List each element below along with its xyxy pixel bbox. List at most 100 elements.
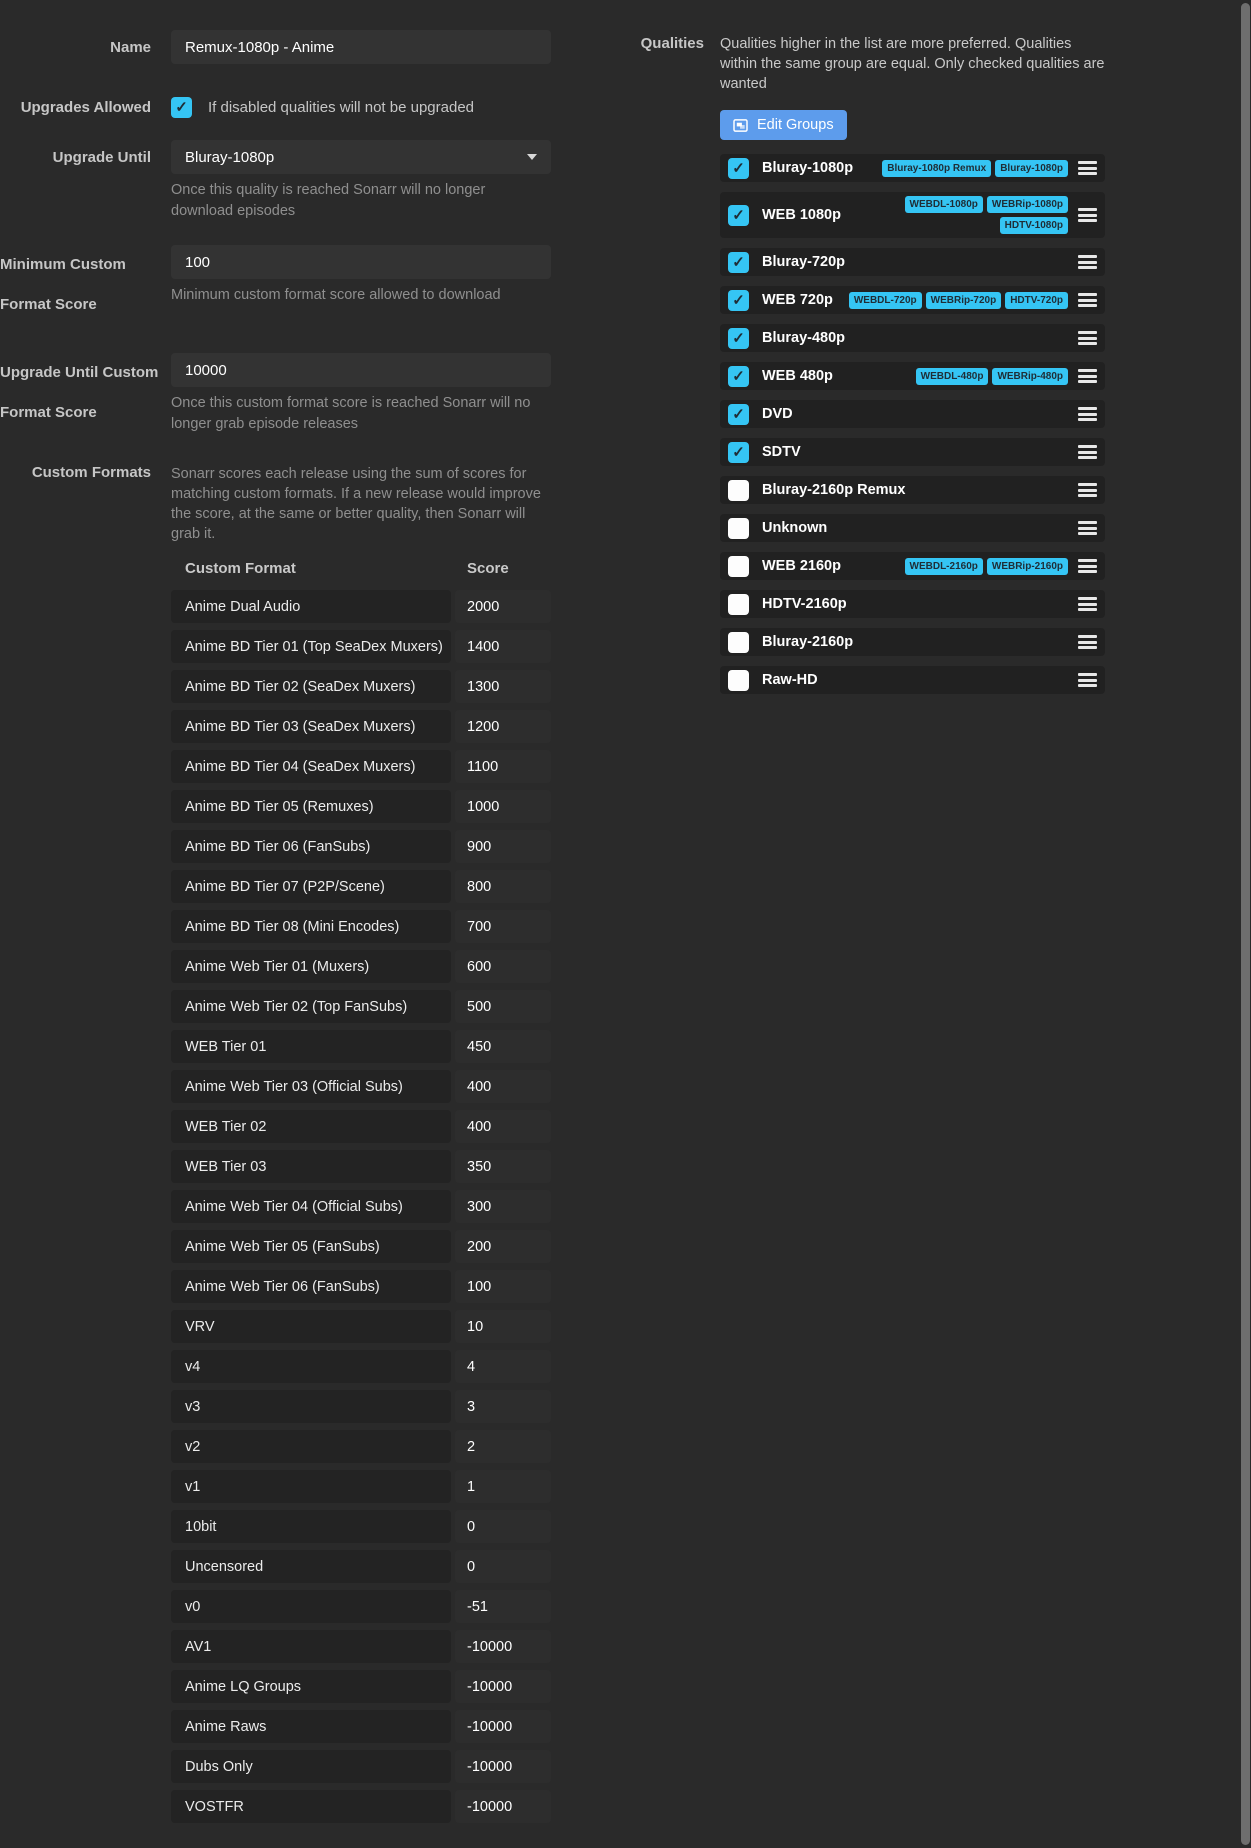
quality-checkbox[interactable] xyxy=(728,518,749,539)
quality-item: DVD xyxy=(720,400,1105,428)
quality-badge: WEBDL-2160p xyxy=(905,558,983,575)
quality-checkbox[interactable] xyxy=(728,556,749,577)
custom-format-row: WEB Tier 03 350 xyxy=(171,1150,551,1183)
quality-checkbox[interactable] xyxy=(728,594,749,615)
custom-format-score-input[interactable]: 2 xyxy=(455,1430,551,1463)
upgrade-until-help: Once this quality is reached Sonarr will… xyxy=(171,180,551,222)
upgrade-until-format-score-row: Upgrade Until Custom Format Score Once t… xyxy=(0,353,551,435)
custom-format-score-input[interactable]: -10000 xyxy=(455,1790,551,1823)
upgrade-until-select[interactable]: Bluray-1080p xyxy=(171,140,551,174)
edit-groups-button[interactable]: Edit Groups xyxy=(720,110,847,140)
custom-format-score-input[interactable]: 1100 xyxy=(455,750,551,783)
custom-format-score-input[interactable]: 300 xyxy=(455,1190,551,1223)
drag-handle-icon[interactable] xyxy=(1078,635,1097,649)
custom-format-score-input[interactable]: 700 xyxy=(455,910,551,943)
custom-format-score-input[interactable]: 1400 xyxy=(455,630,551,663)
custom-format-name: 10bit xyxy=(171,1510,451,1543)
drag-handle-icon[interactable] xyxy=(1078,673,1097,687)
quality-item: Raw-HD xyxy=(720,666,1105,694)
drag-handle-icon[interactable] xyxy=(1078,255,1097,269)
custom-format-score-input[interactable]: 1 xyxy=(455,1470,551,1503)
drag-handle-icon[interactable] xyxy=(1078,208,1097,222)
drag-handle-icon[interactable] xyxy=(1078,407,1097,421)
custom-format-score-input[interactable]: -10000 xyxy=(455,1750,551,1783)
qualities-description: Qualities higher in the list are more pr… xyxy=(720,34,1105,94)
custom-format-score-input[interactable]: -10000 xyxy=(455,1710,551,1743)
quality-badge: HDTV-720p xyxy=(1005,292,1068,309)
custom-format-score-input[interactable]: 0 xyxy=(455,1550,551,1583)
drag-handle-icon[interactable] xyxy=(1078,483,1097,497)
name-input[interactable] xyxy=(171,30,551,64)
custom-format-name: v0 xyxy=(171,1590,451,1623)
quality-item: WEB 1080p WEBDL-1080pWEBRip-1080pHDTV-10… xyxy=(720,192,1105,238)
quality-checkbox[interactable] xyxy=(728,252,749,273)
custom-format-score-input[interactable]: 450 xyxy=(455,1030,551,1063)
quality-badge: WEBRip-1080p xyxy=(987,196,1068,213)
custom-format-row: VOSTFR -10000 xyxy=(171,1790,551,1823)
custom-format-score-input[interactable]: 2000 xyxy=(455,590,551,623)
custom-format-score-input[interactable]: 100 xyxy=(455,1270,551,1303)
custom-formats-row: Custom Formats Sonarr scores each releas… xyxy=(0,455,551,544)
custom-format-score-input[interactable]: 600 xyxy=(455,950,551,983)
custom-format-column-header: Custom Format xyxy=(171,560,455,577)
custom-format-score-input[interactable]: -10000 xyxy=(455,1630,551,1663)
drag-handle-icon[interactable] xyxy=(1078,331,1097,345)
quality-checkbox[interactable] xyxy=(728,158,749,179)
custom-format-score-input[interactable]: 900 xyxy=(455,830,551,863)
quality-checkbox[interactable] xyxy=(728,632,749,653)
custom-format-name: Anime Web Tier 02 (Top FanSubs) xyxy=(171,990,451,1023)
drag-handle-icon[interactable] xyxy=(1078,597,1097,611)
custom-format-score-input[interactable]: 350 xyxy=(455,1150,551,1183)
quality-checkbox[interactable] xyxy=(728,290,749,311)
quality-item: Bluray-720p xyxy=(720,248,1105,276)
custom-format-row: WEB Tier 02 400 xyxy=(171,1110,551,1143)
custom-format-row: AV1 -10000 xyxy=(171,1630,551,1663)
custom-format-score-input[interactable]: 400 xyxy=(455,1110,551,1143)
quality-checkbox[interactable] xyxy=(728,442,749,463)
custom-format-score-input[interactable]: 4 xyxy=(455,1350,551,1383)
name-row: Name xyxy=(0,30,551,64)
custom-format-score-input[interactable]: 10 xyxy=(455,1310,551,1343)
quality-checkbox[interactable] xyxy=(728,205,749,226)
scrollbar-thumb[interactable] xyxy=(1241,3,1250,1845)
custom-format-name: Uncensored xyxy=(171,1550,451,1583)
custom-format-score-input[interactable]: 800 xyxy=(455,870,551,903)
upgrades-allowed-checkbox[interactable] xyxy=(171,97,192,118)
upgrade-until-value: Bluray-1080p xyxy=(185,149,274,166)
quality-name: Bluray-720p xyxy=(762,254,845,270)
custom-format-row: Anime LQ Groups -10000 xyxy=(171,1670,551,1703)
quality-badge: WEBRip-2160p xyxy=(987,558,1068,575)
custom-format-score-input[interactable]: 1000 xyxy=(455,790,551,823)
custom-format-score-input[interactable]: 1300 xyxy=(455,670,551,703)
quality-checkbox[interactable] xyxy=(728,328,749,349)
upgrade-until-format-score-input[interactable] xyxy=(171,353,551,387)
custom-format-name: WEB Tier 02 xyxy=(171,1110,451,1143)
drag-handle-icon[interactable] xyxy=(1078,559,1097,573)
quality-name: Bluray-480p xyxy=(762,330,845,346)
custom-format-score-input[interactable]: 1200 xyxy=(455,710,551,743)
custom-format-name: Anime Web Tier 04 (Official Subs) xyxy=(171,1190,451,1223)
quality-name: WEB 480p xyxy=(762,368,833,384)
custom-format-score-input[interactable]: 3 xyxy=(455,1390,551,1423)
qualities-section: Qualities Qualities higher in the list a… xyxy=(560,30,1120,1830)
min-format-score-input[interactable] xyxy=(171,245,551,279)
custom-format-score-input[interactable]: 200 xyxy=(455,1230,551,1263)
drag-handle-icon[interactable] xyxy=(1078,445,1097,459)
quality-checkbox[interactable] xyxy=(728,670,749,691)
quality-checkbox[interactable] xyxy=(728,480,749,501)
custom-format-score-input[interactable]: 500 xyxy=(455,990,551,1023)
custom-format-score-input[interactable]: 400 xyxy=(455,1070,551,1103)
drag-handle-icon[interactable] xyxy=(1078,293,1097,307)
drag-handle-icon[interactable] xyxy=(1078,369,1097,383)
custom-format-name: v2 xyxy=(171,1430,451,1463)
quality-name: HDTV-2160p xyxy=(762,596,847,612)
custom-format-score-input[interactable]: -51 xyxy=(455,1590,551,1623)
custom-format-score-input[interactable]: 0 xyxy=(455,1510,551,1543)
quality-item: SDTV xyxy=(720,438,1105,466)
drag-handle-icon[interactable] xyxy=(1078,521,1097,535)
custom-format-score-input[interactable]: -10000 xyxy=(455,1670,551,1703)
drag-handle-icon[interactable] xyxy=(1078,161,1097,175)
quality-checkbox[interactable] xyxy=(728,366,749,387)
quality-checkbox[interactable] xyxy=(728,404,749,425)
quality-item: Bluray-1080p Bluray-1080p RemuxBluray-10… xyxy=(720,154,1105,182)
